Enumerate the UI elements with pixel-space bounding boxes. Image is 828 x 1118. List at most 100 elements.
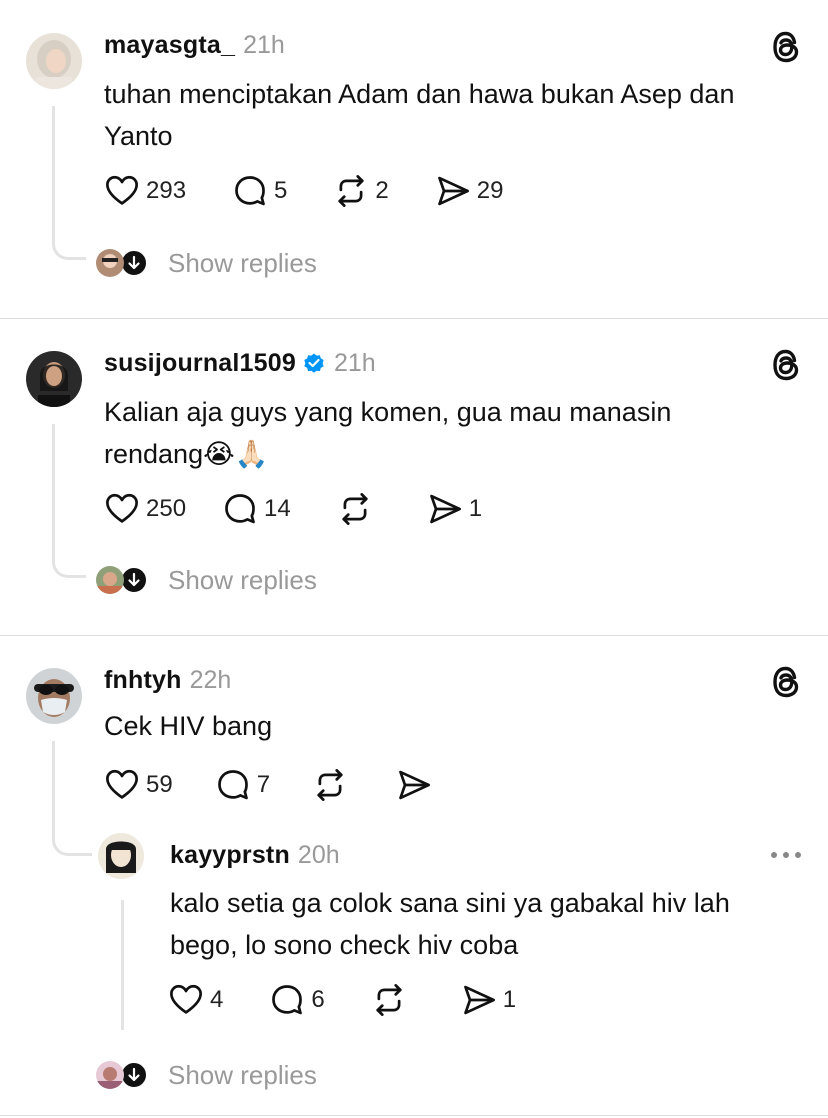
like-button[interactable]: 293 <box>104 173 186 209</box>
post-header: fnhtyh 22h <box>104 663 231 697</box>
threads-logo-icon[interactable] <box>769 28 803 66</box>
heart-icon <box>104 173 140 209</box>
verified-badge-icon <box>304 353 324 373</box>
post-text-line: tuhan menciptakan Adam dan hawa bukan As… <box>104 79 735 109</box>
action-bar: 59 7 <box>104 765 438 805</box>
divider <box>0 1115 828 1116</box>
share-count: 1 <box>468 495 483 522</box>
share-button[interactable]: 29 <box>435 173 504 209</box>
username[interactable]: mayasgta_ <box>104 31 235 60</box>
like-count: 4 <box>210 986 224 1013</box>
show-replies-button[interactable]: Show replies <box>96 1058 317 1092</box>
share-count: 1 <box>502 986 517 1013</box>
send-icon <box>427 491 463 527</box>
timestamp: 20h <box>297 840 340 869</box>
repost-button[interactable] <box>371 982 413 1018</box>
repost-icon <box>371 982 407 1018</box>
comment-icon <box>269 982 305 1018</box>
arrow-down-icon <box>120 249 148 277</box>
share-button[interactable] <box>396 767 438 803</box>
avatar[interactable] <box>26 33 82 89</box>
reply-count: 6 <box>311 986 325 1013</box>
post-header: susijournal1509 21h <box>104 346 376 380</box>
thread-line <box>52 424 55 562</box>
action-bar: 250 14 1 <box>104 489 482 529</box>
show-replies-button[interactable]: Show replies <box>96 246 317 280</box>
like-count: 293 <box>146 177 187 204</box>
reply-text-line: kalo setia ga colok sana sini ya gabakal… <box>170 888 730 918</box>
repost-icon <box>337 491 373 527</box>
thread-line <box>52 741 55 841</box>
threads-logo-icon[interactable] <box>769 663 803 701</box>
reply-button[interactable]: 5 <box>232 173 287 209</box>
show-replies-label: Show replies <box>168 247 317 278</box>
heart-icon <box>104 767 140 803</box>
repost-button[interactable] <box>312 767 354 803</box>
avatar[interactable] <box>26 351 82 407</box>
like-button[interactable]: 59 <box>104 767 173 803</box>
more-icon[interactable] <box>769 850 803 860</box>
send-icon <box>435 173 471 209</box>
thread-line <box>121 900 124 1030</box>
repost-button[interactable] <box>337 491 379 527</box>
comment-icon <box>215 767 251 803</box>
like-button[interactable]: 250 <box>104 491 186 527</box>
like-count: 59 <box>146 771 173 798</box>
post-text-line: Yanto <box>104 121 173 151</box>
avatar[interactable] <box>26 668 82 724</box>
share-button[interactable]: 1 <box>427 491 482 527</box>
comment-icon <box>222 491 258 527</box>
reply-header: kayyprstn 20h <box>170 838 340 872</box>
action-bar: 293 5 2 29 <box>104 171 503 211</box>
reply-count: 14 <box>264 495 291 522</box>
show-replies-button[interactable]: Show replies <box>96 563 317 597</box>
show-replies-label: Show replies <box>168 1059 317 1090</box>
like-button[interactable]: 4 <box>168 982 223 1018</box>
threads-logo-icon[interactable] <box>769 346 803 384</box>
thread-line <box>52 106 55 244</box>
reply-count: 7 <box>256 771 271 798</box>
post-1: mayasgta_ 21h tuhan menciptakan Adam dan… <box>0 0 828 320</box>
post-text-line: Cek HIV bang <box>104 711 273 741</box>
replier-avatar <box>96 566 124 594</box>
post-text-line: Kalian aja guys yang komen, gua mau mana… <box>104 397 672 427</box>
reply-button[interactable]: 14 <box>222 491 291 527</box>
username[interactable]: kayyprstn <box>170 841 290 870</box>
avatar[interactable] <box>98 833 144 879</box>
reply-button[interactable]: 7 <box>215 767 270 803</box>
reply-button[interactable]: 6 <box>269 982 325 1018</box>
username[interactable]: fnhtyh <box>104 666 182 695</box>
repost-button[interactable]: 2 <box>333 173 389 209</box>
heart-icon <box>168 982 204 1018</box>
post-text-fragment: rendang <box>104 439 204 469</box>
action-bar: 4 6 1 <box>168 980 516 1020</box>
timestamp: 21h <box>333 348 376 377</box>
repost-icon <box>312 767 348 803</box>
thread-curve <box>52 838 92 856</box>
replier-avatar <box>96 1061 124 1089</box>
show-replies-label: Show replies <box>168 564 317 595</box>
reply-text-line: bego, lo sono check hiv coba <box>170 930 519 960</box>
repost-icon <box>333 173 369 209</box>
thread-curve <box>52 242 86 260</box>
share-count: 29 <box>476 177 504 204</box>
post-3: fnhtyh 22h Cek HIV bang 59 7 kayyprstn 2… <box>0 635 828 1118</box>
crying-emoji: 😭 <box>203 439 235 469</box>
arrow-down-icon <box>120 1061 148 1089</box>
praying-hands-emoji: 🙏🏻 <box>234 439 269 469</box>
post-text: Kalian aja guys yang komen, gua mau mana… <box>104 391 671 475</box>
reply-text: kalo setia ga colok sana sini ya gabakal… <box>170 882 730 966</box>
reply-count: 5 <box>274 177 288 204</box>
send-icon <box>396 767 432 803</box>
arrow-down-icon <box>120 566 148 594</box>
username[interactable]: susijournal1509 <box>104 349 296 378</box>
repost-count: 2 <box>375 177 389 204</box>
replier-avatar <box>96 249 124 277</box>
comment-icon <box>232 173 268 209</box>
thread-curve <box>52 560 86 578</box>
post-2: susijournal1509 21h Kalian aja guys yang… <box>0 318 828 636</box>
post-header: mayasgta_ 21h <box>104 28 285 62</box>
share-button[interactable]: 1 <box>461 982 516 1018</box>
heart-icon <box>104 491 140 527</box>
post-text: Cek HIV bang <box>104 705 272 747</box>
